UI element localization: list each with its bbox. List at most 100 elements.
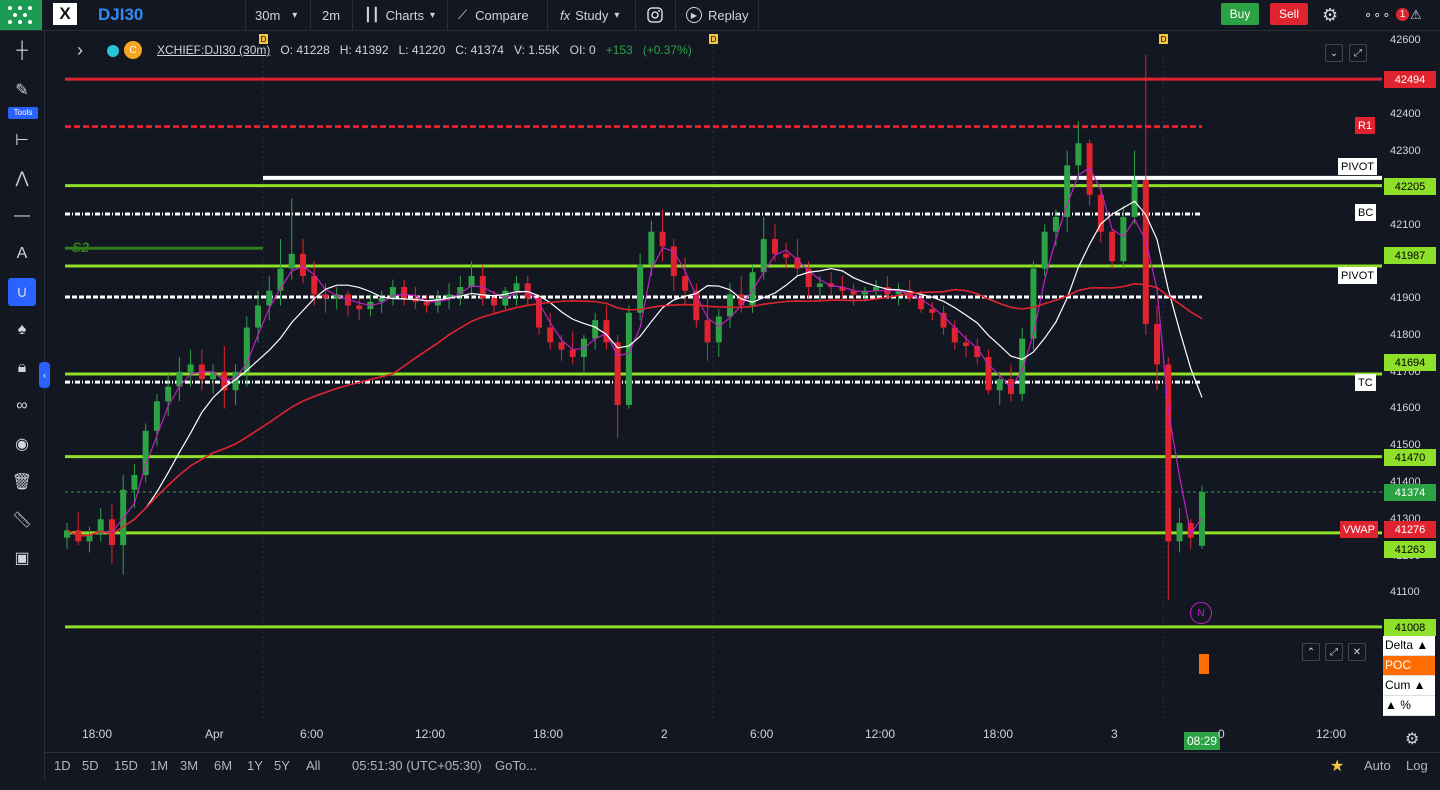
chevron-up-icon[interactable]: ⌃ [1302,643,1320,661]
replay-button[interactable]: ▶ Replay [686,0,748,30]
dividend-marker[interactable]: D [1159,34,1168,44]
candle-body [727,294,734,317]
pattern-icon: ⋀ [15,170,29,187]
high-value: 41392 [355,43,389,57]
log-scale-button[interactable]: Log [1406,758,1428,773]
candle-body [142,430,149,476]
price-label: 42100 [1390,219,1421,231]
dividend-marker[interactable]: D [709,34,718,44]
vwap-tag: VWAP [1340,521,1378,538]
maximize-icon[interactable]: ⤢ [1349,44,1367,62]
more-options-button[interactable]: ∘∘∘ [1364,0,1391,30]
alert-icon[interactable]: ⚠ [1410,0,1422,30]
pct-indicator[interactable]: ▲ % [1383,696,1435,716]
candle-body [356,305,363,310]
candle-body [1052,216,1059,232]
range-1m[interactable]: 1M [150,758,168,773]
star-icon[interactable]: ★ [1330,756,1344,776]
link-icon: ∞ [16,397,28,414]
open-value: 41228 [296,43,330,57]
price-tag-resistance: 42494 [1384,71,1436,88]
eye-icon: ◉ [15,436,29,453]
lock-tool[interactable]: 🔒︎ [8,354,36,382]
s2-label: S2 [72,239,90,255]
x-logo-icon[interactable]: X [53,3,77,25]
drawing-toolbar: ┼ ✎ Tools ⊢ ⋀ — A ∪ ♠ 🔒︎ ∞ ◉ 🗑︎ 📏︎ ▣ [0,31,45,781]
maximize-icon[interactable]: ⤢ [1325,643,1343,661]
clock-display[interactable]: 05:51:30 (UTC+05:30) [352,758,482,773]
candle-body [255,305,262,328]
text-tool[interactable]: A [8,240,36,268]
close-icon[interactable]: ✕ [1348,643,1366,661]
candle-body [322,294,329,299]
pattern-tool[interactable]: ⋀ [8,164,36,192]
candle-body [794,257,801,269]
crosshair-tool[interactable]: ┼ [8,37,36,65]
legend-toggle[interactable]: › [77,40,83,61]
cum-indicator[interactable]: Cum ▲ [1383,676,1435,696]
auto-scale-button[interactable]: Auto [1364,758,1391,773]
chart-settings-button[interactable]: ⚙ [1405,729,1419,749]
candle-body [771,239,778,254]
time-label: 6:00 [300,727,324,741]
time-label: 2 [661,727,668,741]
change-value: +153 [605,43,633,57]
candle-body [659,231,666,247]
price-label: 41900 [1390,292,1421,304]
legend-symbol[interactable]: XCHIEF:DJI30 (30m) [157,43,270,57]
time-cursor-label: 08:29 [1184,732,1220,750]
link-tool[interactable]: ∞ [8,392,36,420]
candle-body [288,253,295,269]
candle-body [637,264,644,313]
compare-button[interactable]: ⟋ Compare [458,0,529,30]
range-5d[interactable]: 5D [82,758,99,773]
brush-tool[interactable]: ♠ [8,316,36,344]
scale-tool[interactable]: 📏︎ [8,506,36,534]
news-marker[interactable]: N [1190,602,1212,624]
range-3m[interactable]: 3M [180,758,198,773]
time-label: Apr [205,727,224,741]
buy-button[interactable]: Buy [1221,3,1259,25]
symbol-search[interactable]: DJI30 [98,5,143,25]
interval-2m-button[interactable]: 2m [322,0,340,30]
settings-button[interactable]: ⚙ [1322,0,1338,30]
poc-indicator[interactable]: POC [1383,656,1435,676]
line-tool[interactable]: — [8,202,36,230]
ruler-icon: 📏︎ [11,512,33,529]
range-6m[interactable]: 6M [214,758,232,773]
interval-dropdown[interactable]: 30m ▾ [255,0,297,30]
delete-tool[interactable]: 🗑︎ [8,468,36,496]
low-value: 41220 [411,43,446,57]
price-label: 42600 [1390,34,1421,46]
time-axis[interactable] [45,722,1382,748]
visibility-tool[interactable]: ◉ [8,430,36,458]
sell-button[interactable]: Sell [1270,3,1308,25]
magnet-tool[interactable]: ∪ [8,278,36,306]
brand-logo[interactable] [0,0,42,30]
ruler-tool[interactable]: ⊢ [8,126,36,154]
time-label: 18:00 [82,727,113,741]
chevron-down-icon[interactable]: ⌄ [1325,44,1343,62]
price-tag-level: 41470 [1384,449,1436,466]
delta-indicator[interactable]: Delta ▲ [1383,636,1435,656]
study-dropdown[interactable]: fx Study ▾ [560,0,619,30]
time-label: 18:00 [983,727,1014,741]
play-circle-icon: ▶ [686,7,702,23]
notification-badge[interactable]: 1 [1396,8,1409,21]
goto-button[interactable]: GoTo... [495,758,537,773]
charts-dropdown[interactable]: ┃┃ Charts ▾ [364,0,435,30]
candle-body [558,342,565,350]
range-1y[interactable]: 1Y [247,758,263,773]
hand-tool[interactable]: ▣ [8,544,36,572]
range-all[interactable]: All [306,758,320,773]
pen-tool[interactable]: ✎ [8,76,36,104]
range-15d[interactable]: 15D [114,758,138,773]
range-5y[interactable]: 5Y [274,758,290,773]
time-label: 6:00 [750,727,774,741]
price-chart[interactable] [45,31,1382,721]
oi-value: 0 [588,43,596,57]
instagram-icon [647,7,663,23]
instagram-button[interactable] [647,0,663,30]
range-1d[interactable]: 1D [54,758,71,773]
candle-body [1199,491,1205,546]
